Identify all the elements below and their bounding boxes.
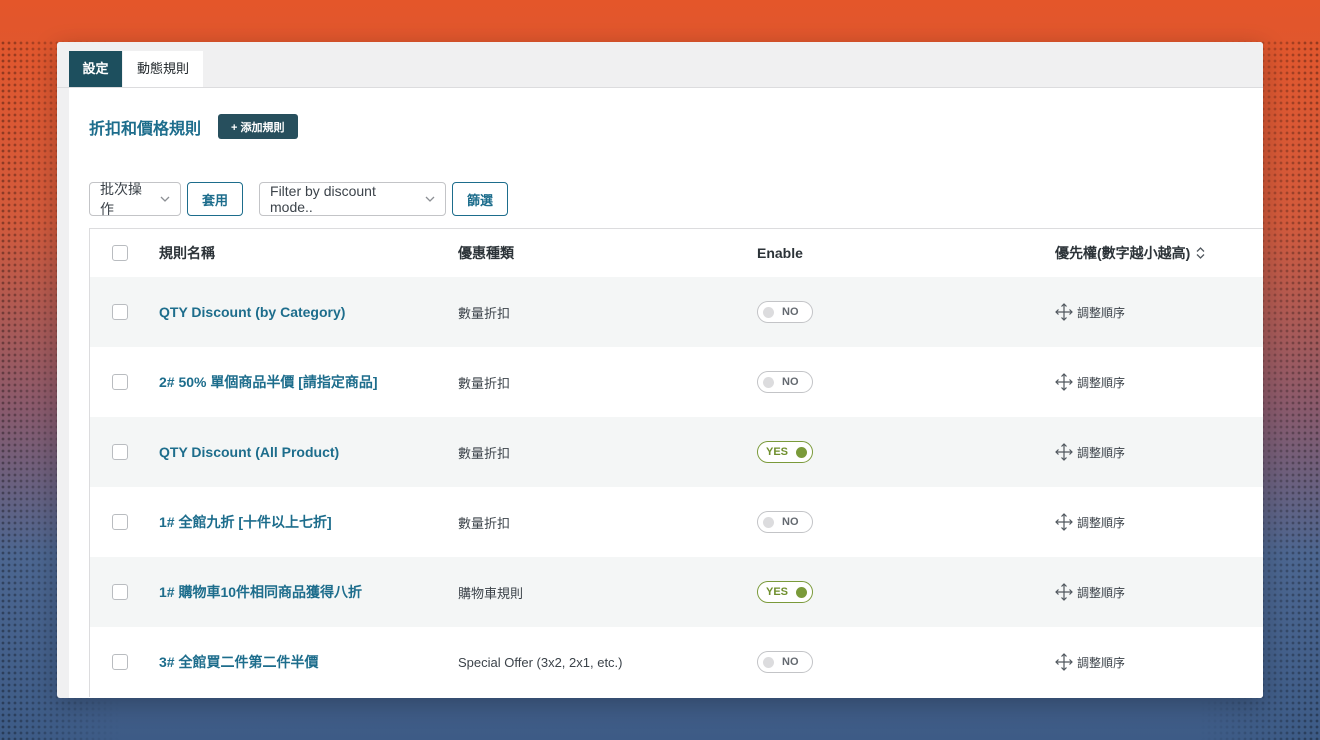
- rule-discount-type: 數量折扣: [458, 445, 511, 461]
- rule-name-link[interactable]: QTY Discount (by Category): [159, 304, 345, 320]
- reorder-label: 調整順序: [1077, 375, 1126, 390]
- move-arrows-icon: [1055, 583, 1073, 601]
- apply-button[interactable]: 套用: [187, 182, 244, 216]
- rules-table: 規則名稱 優惠種類 Enable 優先權(數字越小越高) QTY Discoun…: [89, 228, 1263, 697]
- filter-bar: 批次操作 套用 Filter by discount mode.. 篩選: [89, 181, 509, 217]
- reorder-label: 調整順序: [1077, 655, 1126, 670]
- enable-cell: NO: [757, 301, 813, 323]
- table-row: 2# 50% 單個商品半價 [請指定商品] 數量折扣 NO 調整順序: [90, 347, 1263, 417]
- bulk-action-value: 批次操作: [100, 181, 142, 217]
- rule-discount-type: 購物車規則: [458, 585, 524, 601]
- table-header-row: 規則名稱 優惠種類 Enable 優先權(數字越小越高): [90, 229, 1263, 277]
- move-arrows-icon: [1055, 443, 1073, 461]
- enable-cell: YES: [757, 441, 814, 463]
- reorder-label: 調整順序: [1077, 515, 1126, 530]
- toggle-label: NO: [782, 656, 799, 668]
- filter-button[interactable]: 篩選: [452, 182, 509, 216]
- toggle-label: NO: [782, 516, 799, 528]
- rule-name-link[interactable]: 3# 全館買二件第二件半價: [159, 652, 318, 672]
- enable-cell: NO: [757, 651, 813, 673]
- toggle-knob: [763, 656, 774, 668]
- row-checkbox[interactable]: [112, 304, 128, 320]
- discount-mode-select[interactable]: Filter by discount mode..: [259, 182, 447, 216]
- row-checkbox[interactable]: [112, 584, 128, 600]
- enable-cell: NO: [757, 511, 813, 533]
- table-row: 1# 購物車10件相同商品獲得八折 購物車規則 YES 調整順序: [90, 557, 1263, 627]
- enable-toggle[interactable]: NO: [757, 371, 813, 393]
- toggle-label: NO: [782, 376, 799, 388]
- move-arrows-icon: [1055, 653, 1073, 671]
- reorder-handle[interactable]: 調整順序: [1055, 303, 1125, 321]
- rule-discount-type: 數量折扣: [458, 515, 511, 531]
- chevron-down-icon: [425, 196, 435, 202]
- tab-settings[interactable]: 設定: [69, 51, 122, 87]
- toggle-knob: [763, 516, 774, 528]
- rule-discount-type: Special Offer (3x2, 2x1, etc.): [458, 654, 623, 670]
- reorder-handle[interactable]: 調整順序: [1055, 443, 1125, 461]
- reorder-label: 調整順序: [1077, 585, 1126, 600]
- rule-name-link[interactable]: 1# 購物車10件相同商品獲得八折: [159, 582, 362, 602]
- discount-mode-value: Filter by discount mode..: [270, 183, 376, 215]
- table-row: QTY Discount (All Product) 數量折扣 YES 調整順序: [90, 417, 1263, 487]
- enable-cell: YES: [757, 581, 814, 603]
- table-body: QTY Discount (by Category) 數量折扣 NO 調整順序 …: [90, 277, 1263, 697]
- sort-updown-icon[interactable]: [1196, 247, 1205, 259]
- table-row: 1# 全館九折 [十件以上七折] 數量折扣 NO 調整順序: [90, 487, 1263, 557]
- row-checkbox[interactable]: [112, 514, 128, 530]
- tab-bar: 設定 動態規則: [57, 42, 1263, 88]
- reorder-label: 調整順序: [1077, 445, 1126, 460]
- app-window: 設定 動態規則 折扣和價格規則 + 添加規則 批次操作 套用 Filter by…: [57, 42, 1263, 698]
- header-discount-type: 優惠種類: [458, 245, 514, 261]
- move-arrows-icon: [1055, 373, 1073, 391]
- enable-toggle[interactable]: NO: [757, 301, 813, 323]
- toggle-label: YES: [766, 586, 789, 598]
- toggle-knob: [796, 446, 808, 458]
- row-checkbox[interactable]: [112, 654, 128, 670]
- reorder-handle[interactable]: 調整順序: [1055, 373, 1125, 391]
- reorder-handle[interactable]: 調整順序: [1055, 513, 1125, 531]
- rule-name-link[interactable]: 1# 全館九折 [十件以上七折]: [159, 512, 332, 532]
- rule-name-link[interactable]: 2# 50% 單個商品半價 [請指定商品]: [159, 372, 378, 392]
- table-row: QTY Discount (by Category) 數量折扣 NO 調整順序: [90, 277, 1263, 347]
- reorder-handle[interactable]: 調整順序: [1055, 653, 1125, 671]
- enable-toggle[interactable]: NO: [757, 651, 813, 673]
- add-rule-button[interactable]: + 添加規則: [218, 114, 298, 139]
- row-checkbox[interactable]: [112, 374, 128, 390]
- bulk-action-select[interactable]: 批次操作: [89, 181, 181, 217]
- move-arrows-icon: [1055, 303, 1073, 321]
- toggle-knob: [763, 376, 774, 388]
- enable-cell: NO: [757, 371, 813, 393]
- toggle-knob: [763, 306, 774, 318]
- chevron-down-icon: [160, 196, 170, 202]
- rule-name-link[interactable]: QTY Discount (All Product): [159, 444, 339, 460]
- header-priority-label: 優先權(數字越小越高): [1055, 245, 1191, 261]
- table-row: 3# 全館買二件第二件半價 Special Offer (3x2, 2x1, e…: [90, 627, 1263, 697]
- reorder-handle[interactable]: 調整順序: [1055, 583, 1125, 601]
- toggle-label: YES: [766, 446, 789, 458]
- row-checkbox[interactable]: [112, 444, 128, 460]
- toggle-knob: [796, 586, 808, 598]
- enable-toggle[interactable]: YES: [757, 441, 814, 463]
- enable-toggle[interactable]: NO: [757, 511, 813, 533]
- main-content: 折扣和價格規則 + 添加規則 批次操作 套用 Filter by discoun…: [69, 88, 1263, 698]
- tab-dynamic-rules[interactable]: 動態規則: [123, 51, 204, 87]
- move-arrows-icon: [1055, 513, 1073, 531]
- reorder-label: 調整順序: [1077, 305, 1126, 320]
- enable-toggle[interactable]: YES: [757, 581, 814, 603]
- header-enable: Enable: [757, 245, 803, 261]
- rule-discount-type: 數量折扣: [458, 305, 511, 321]
- page-title: 折扣和價格規則: [89, 120, 202, 138]
- rule-discount-type: 數量折扣: [458, 375, 511, 391]
- select-all-checkbox[interactable]: [112, 245, 128, 261]
- page-header: 折扣和價格規則 + 添加規則: [89, 114, 298, 139]
- toggle-label: NO: [782, 306, 799, 318]
- header-rule-name: 規則名稱: [159, 245, 215, 261]
- header-priority[interactable]: 優先權(數字越小越高): [1055, 243, 1205, 263]
